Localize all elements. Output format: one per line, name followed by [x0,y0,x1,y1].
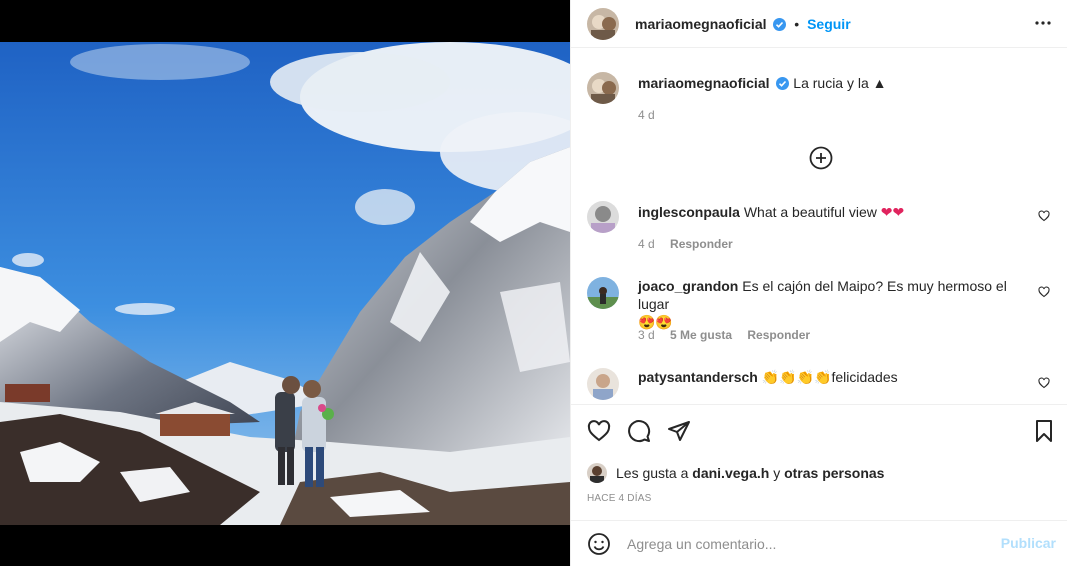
liker-username[interactable]: dani.vega.h [692,465,769,481]
author-avatar[interactable] [587,72,619,104]
likes-summary: Les gusta a dani.vega.h y otras personas [587,463,884,483]
emoji-icon[interactable] [587,532,611,559]
commenter-avatar[interactable] [587,201,619,233]
likes-connector: y [773,465,781,481]
liker-avatar[interactable] [587,463,607,483]
comment-text: What a beautiful view [743,204,877,220]
caption-username[interactable]: mariaomegnaoficial [638,75,770,91]
add-comment-bar: Publicar [571,520,1067,566]
avatar-image [587,8,619,40]
comment-username[interactable]: joaco_grandon [638,278,738,294]
caption-meta: 4 d [638,108,667,122]
avatar-image [587,463,607,483]
avatar-image [587,72,619,104]
clap-emoji: 👏👏👏👏 [761,369,832,385]
verified-badge-icon [773,18,787,34]
heart-emoji: ❤❤ [880,204,905,220]
comments-list[interactable]: mariaomegnaoficial La rucia y la ▲ 4 d i… [571,48,1067,404]
comment-icon[interactable] [627,419,651,446]
comment-username[interactable]: inglesconpaula [638,204,740,220]
caption-row: mariaomegnaoficial La rucia y la ▲ 4 d [587,72,1052,122]
more-options-icon[interactable] [1034,14,1052,35]
caption-text: La rucia y la [793,75,869,91]
caption-content: mariaomegnaoficial La rucia y la ▲ [638,74,1028,94]
like-comment-heart-icon[interactable] [1038,376,1050,392]
post-header: mariaomegnaoficial • Seguir [571,0,1067,48]
media-pane [0,0,570,566]
reply-button[interactable]: Responder [747,328,810,342]
comment-age[interactable]: 3 d [638,328,655,342]
heart-icon[interactable] [587,419,611,446]
comment-likes[interactable]: 5 Me gusta [670,328,732,342]
author-avatar[interactable] [587,8,619,40]
share-icon[interactable] [667,419,691,446]
add-circle-icon[interactable] [809,146,833,173]
publish-button[interactable]: Publicar [1001,535,1056,551]
avatar-image [587,368,619,400]
author-username[interactable]: mariaomegnaoficial [635,16,767,32]
comment-meta: 4 d Responder [638,237,745,251]
avatar-image [587,201,619,233]
likes-prefix: Les gusta a [616,465,689,481]
bookmark-icon[interactable] [1032,419,1056,446]
reply-button[interactable]: Responder [670,237,733,251]
comment-content: joaco_grandon Es el cajón del Maipo? Es … [638,277,1028,331]
other-likers-link[interactable]: otras personas [784,465,884,481]
comment-row: joaco_grandon Es el cajón del Maipo? Es … [587,277,1052,347]
like-comment-heart-icon[interactable] [1038,209,1050,225]
commenter-avatar[interactable] [587,368,619,400]
comment-row: inglesconpaula What a beautiful view ❤❤ … [587,201,1052,261]
comment-age[interactable]: 4 d [638,237,655,251]
post-actions: Les gusta a dani.vega.h y otras personas… [571,404,1067,520]
comment-username[interactable]: patysantandersch [638,369,758,385]
like-comment-heart-icon[interactable] [1038,285,1050,301]
comment-content: patysantandersch 👏👏👏👏felicidades [638,368,1028,386]
comment-meta: 3 d 5 Me gusta Responder [638,328,822,342]
post-sidebar: mariaomegnaoficial • Seguir mariaomegnao… [570,0,1067,566]
separator-dot: • [794,16,800,32]
caption-emoji: ▲ [872,75,887,91]
mountain-photo-image [0,42,570,525]
avatar-image [587,277,619,309]
comment-row: patysantandersch 👏👏👏👏felicidades [587,368,1052,404]
verified-badge-icon [776,76,790,94]
post-timestamp[interactable]: HACE 4 DÍAS [587,493,651,504]
commenter-avatar[interactable] [587,277,619,309]
caption-age[interactable]: 4 d [638,108,655,122]
follow-button[interactable]: Seguir [807,16,851,32]
post-photo[interactable] [0,42,570,525]
comment-text: felicidades [831,369,898,385]
comment-input[interactable] [627,531,997,557]
comment-content: inglesconpaula What a beautiful view ❤❤ [638,203,1028,221]
